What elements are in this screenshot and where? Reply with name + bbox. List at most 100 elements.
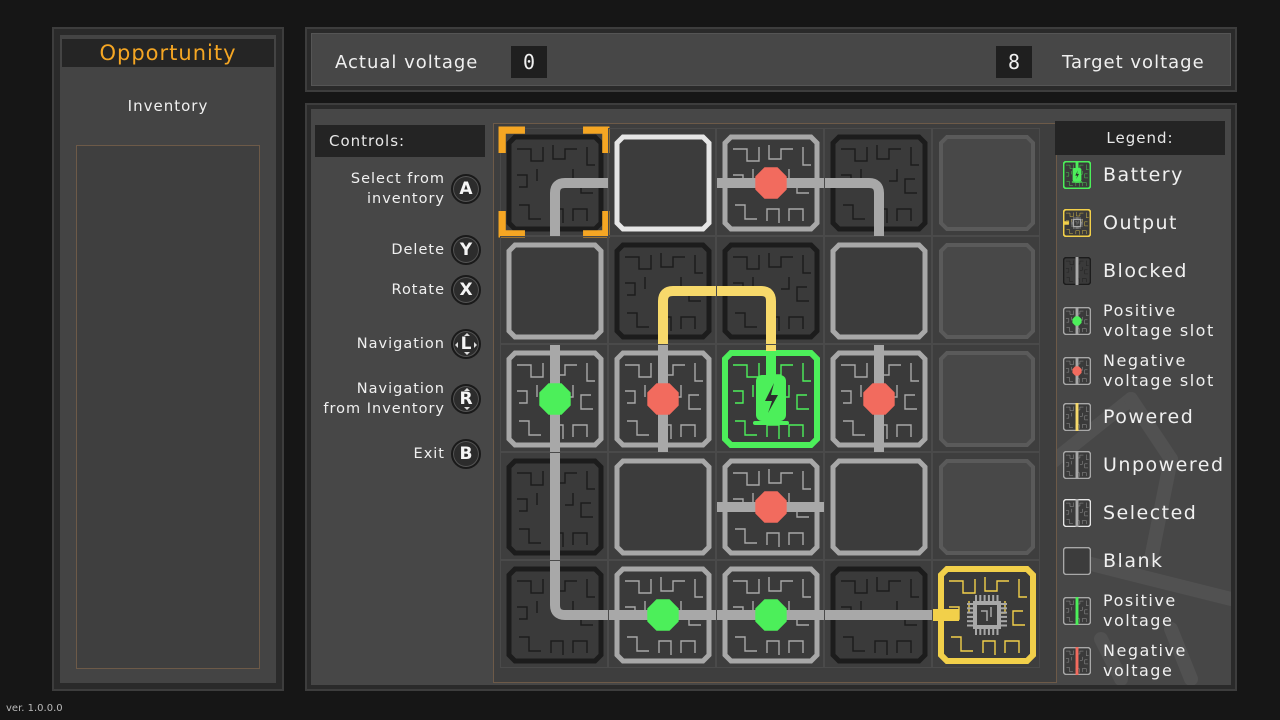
blocked-tile [825,134,928,237]
grid-cell-r0-c0[interactable] [498,126,610,238]
grid-cell-r2-c1[interactable] [608,344,716,453]
grid-cell-r1-c4[interactable] [932,236,1040,344]
grid-cell-r2-c4[interactable] [932,344,1040,452]
grid-cell-r4-c0[interactable] [500,560,609,668]
grid-cell-r4-c4[interactable] [932,560,1040,668]
control-label-line: Select from [350,171,445,187]
grid-cell-r0-c4[interactable] [932,128,1040,236]
legend-label-line: voltage slot [1103,371,1215,390]
control-item: Select from inventory A [351,169,481,209]
negative-slot-icon [1063,357,1091,385]
control-label-line: Navigation [356,381,445,397]
target-voltage-value: 8 [996,46,1032,78]
legend-item: Negative voltage slot [1063,351,1215,391]
grid-cell-r0-c2[interactable] [716,128,825,236]
grid-cell-r3-c0[interactable] [500,452,608,561]
grid-cell-r0-c1[interactable] [608,128,716,236]
legend-item: Negative voltage [1063,641,1187,681]
negative-voltage-slot [1072,366,1082,376]
legend-label-line: Positive [1103,301,1177,320]
grid-cell-r4-c3[interactable] [824,560,933,668]
legend-label: Blocked [1103,259,1188,282]
battery-tile [722,345,820,448]
legend-label: Selected [1103,501,1198,524]
legend-item: Positive voltage slot [1063,301,1215,341]
control-label-line: Rotate [391,282,445,298]
empty-cell [939,243,1035,339]
empty-cell [939,135,1035,231]
grid-cell-r3-c2[interactable] [716,452,825,560]
legend-title: Legend: [1055,121,1225,155]
slot-tile [717,566,825,664]
inventory-panel-inner: Opportunity Inventory [60,35,276,683]
negative-voltage-slot [647,383,679,415]
target-voltage-label: Target voltage [1062,52,1205,73]
grid-cell-r1-c1[interactable] [608,236,717,345]
grid-cell-r3-c4[interactable] [932,452,1040,560]
grid-cell-r4-c2[interactable] [716,560,825,668]
blank-tile [830,242,928,340]
voltage-bar-inner: Actual voltage 0 8 Target voltage [311,33,1231,86]
inventory-panel: Opportunity Inventory [52,27,284,691]
blocked-tile-icon [1063,257,1091,285]
legend-item: Output [1063,209,1178,237]
inventory-slot-area[interactable] [76,145,260,669]
powered-tile-icon [1063,403,1091,431]
positive-voltage-slot [755,599,787,631]
negative-voltage-icon [1063,647,1091,675]
grid-cell-r2-c0[interactable] [500,344,608,453]
blocked-tile [614,242,717,345]
legend-label-line: Negative [1103,641,1187,660]
grid-cell-r2-c3[interactable] [824,344,932,453]
grid-cell-r4-c1[interactable] [608,560,717,668]
grid-cell-r0-c3[interactable] [824,128,932,237]
grid-cell-r1-c3[interactable] [824,236,932,344]
grid-cell-r2-c2[interactable] [716,344,824,452]
control-item: Navigation from Inventory R [323,379,481,419]
grid-cell-r3-c1[interactable] [608,452,716,560]
positive-voltage-icon [1063,597,1091,625]
inventory-label: Inventory [127,97,209,115]
positive-voltage-slot [539,383,571,415]
legend-item: Selected [1063,499,1197,527]
button-glyph-letter: B [459,444,473,464]
left-stick-icon: L [451,329,481,359]
slot-tile [717,458,825,556]
blocked-tile [825,566,933,664]
control-label-line: inventory [366,191,445,207]
legend-label: Powered [1103,405,1195,428]
right-stick-icon: R [451,384,481,414]
legend-label: Negative voltage slot [1103,351,1215,391]
slot-tile [609,566,717,664]
voltage-bar: Actual voltage 0 8 Target voltage [305,27,1237,92]
legend-item: Blocked [1063,257,1188,285]
legend-label-line: voltage [1103,611,1174,630]
control-label: Navigation from Inventory [323,379,445,419]
x-button-icon: X [451,275,481,305]
button-glyph-letter: Y [459,240,473,260]
grid-cell-r3-c3[interactable] [824,452,932,560]
positive-slot-icon [1063,307,1091,335]
control-item: Exit B [414,439,481,469]
slot-tile [717,134,825,232]
legend-label-line: voltage slot [1103,321,1215,340]
legend-label: Negative voltage [1103,641,1187,681]
control-item: Navigation L [357,329,481,359]
control-label: Navigation [357,334,445,354]
puzzle-panel: Controls: Select from inventory A Delete Y Ro… [305,103,1237,691]
blank-tile [506,242,604,340]
legend-label: Positive voltage [1103,591,1177,631]
grid-cell-r1-c0[interactable] [500,236,608,344]
grid-cell-r1-c2[interactable] [716,236,824,345]
button-glyph-letter: X [459,280,473,300]
y-button-icon: Y [451,235,481,265]
legend-item: Battery [1063,161,1184,189]
negative-voltage-slot [755,491,787,523]
control-label: Exit [414,444,445,464]
controls-title: Controls: [315,125,485,157]
positive-voltage-slot [647,599,679,631]
legend-item: Unpowered [1063,451,1225,479]
legend-label: Unpowered [1103,453,1225,476]
empty-cell [939,351,1035,447]
control-label-line: from Inventory [323,401,445,417]
